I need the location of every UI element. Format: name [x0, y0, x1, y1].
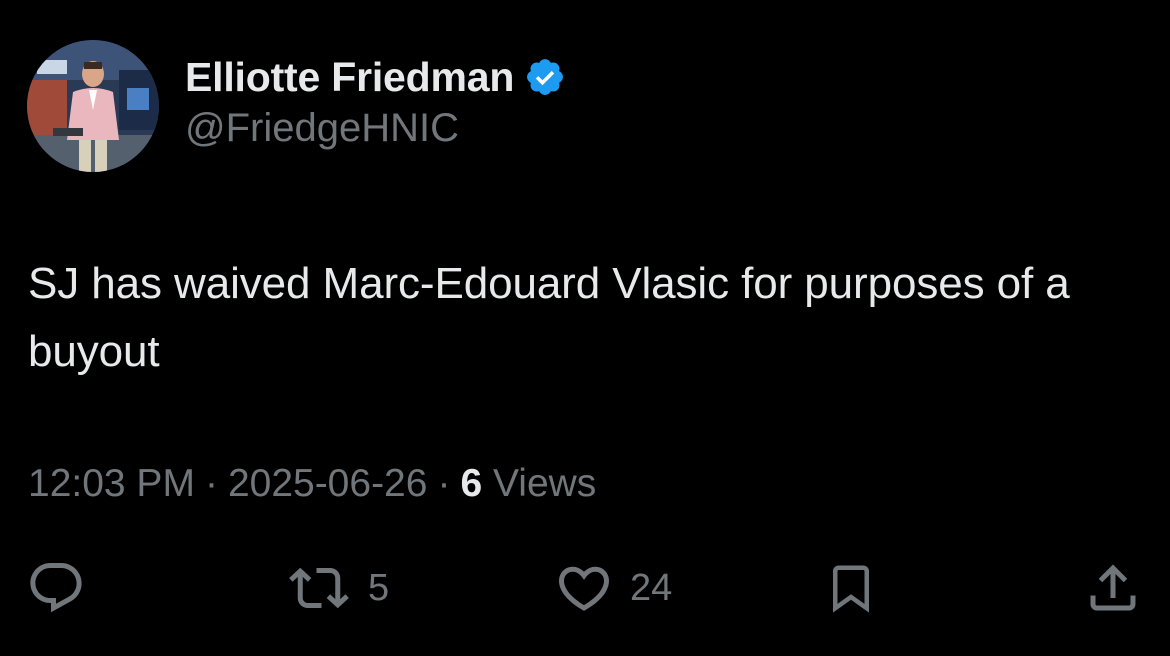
author-handle[interactable]: @FriedgeHNIC: [185, 106, 459, 151]
retweet-button[interactable]: 5: [286, 556, 389, 620]
tweet-date[interactable]: 2025-06-26: [228, 462, 428, 505]
views-count: 6: [460, 462, 483, 505]
share-icon: [1090, 564, 1136, 611]
like-button[interactable]: 24: [554, 556, 672, 620]
tweet-card: Elliotte Friedman @FriedgeHNIC SJ has wa…: [0, 0, 1170, 656]
bookmark-icon: [833, 565, 869, 613]
action-bar: 5 24: [0, 556, 1170, 620]
verified-badge-icon[interactable]: [524, 56, 566, 98]
meta-separator: ·: [437, 462, 451, 505]
retweet-count: 5: [368, 566, 390, 609]
tweet-meta: 12:03 PM · 2025-06-26 · 6 Views: [28, 462, 596, 506]
like-count: 24: [630, 566, 673, 609]
reply-button[interactable]: [26, 556, 102, 620]
avatar-photo-icon: [27, 40, 159, 172]
author-name-row[interactable]: Elliotte Friedman: [185, 52, 566, 102]
share-button[interactable]: [1083, 556, 1143, 620]
author-avatar[interactable]: [27, 40, 159, 172]
heart-icon: [558, 566, 610, 611]
author-display-name[interactable]: Elliotte Friedman: [185, 54, 514, 101]
views-label: Views: [492, 462, 597, 505]
tweet-time[interactable]: 12:03 PM: [28, 462, 195, 505]
meta-separator: ·: [204, 462, 218, 505]
tweet-text: SJ has waived Marc-Edouard Vlasic for pu…: [28, 259, 1070, 376]
reply-icon: [30, 563, 82, 613]
retweet-icon: [289, 567, 349, 609]
bookmark-button[interactable]: [824, 556, 878, 620]
